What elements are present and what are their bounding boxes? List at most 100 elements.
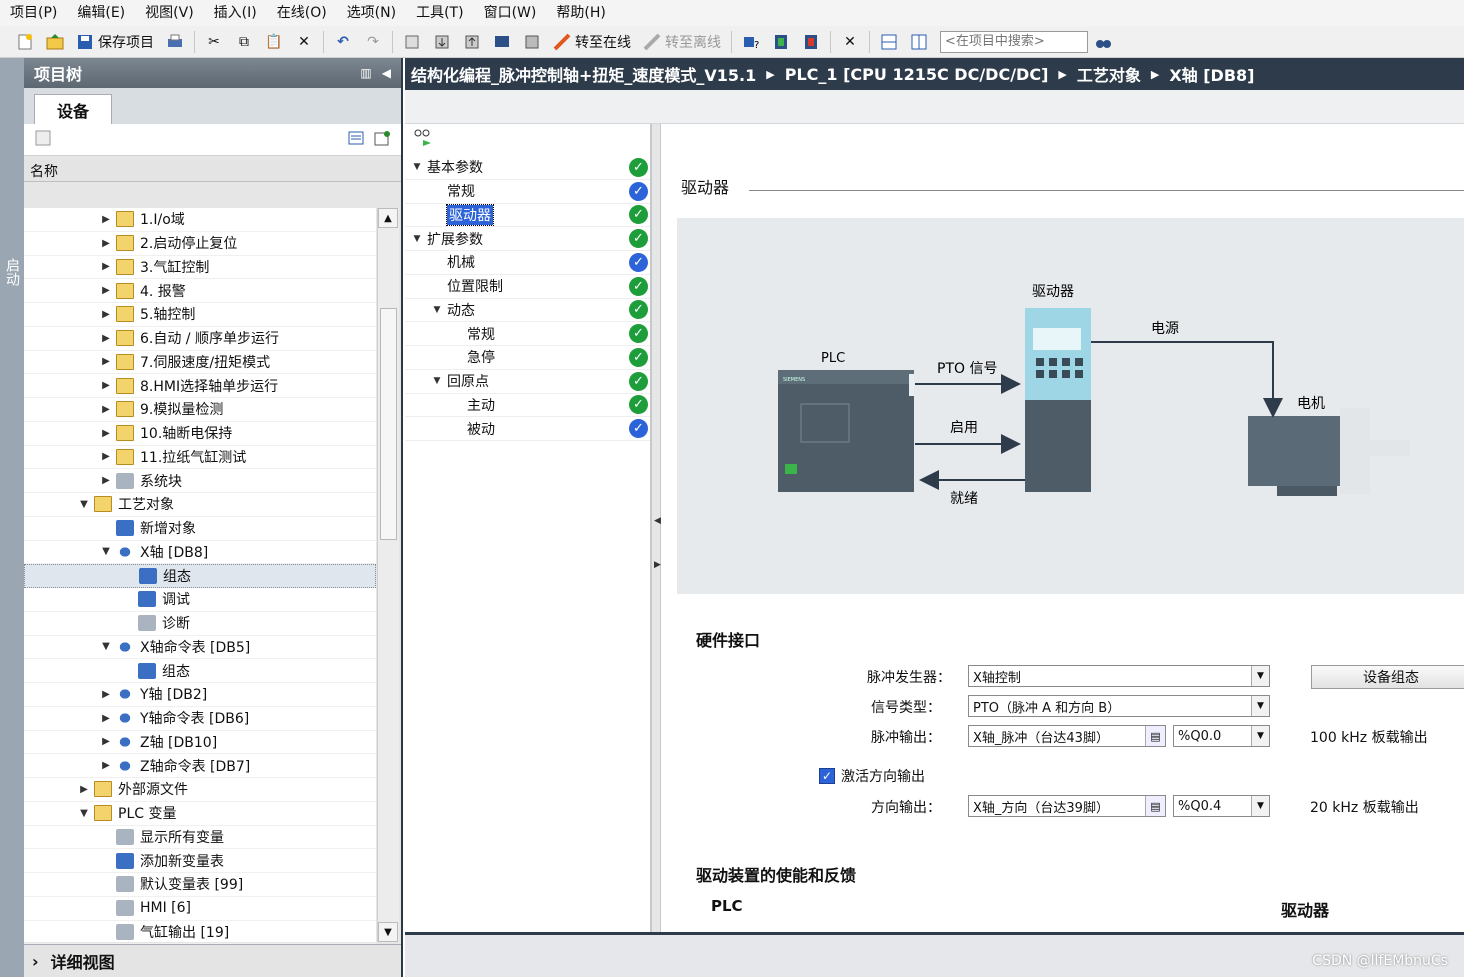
save-project-button[interactable]: 保存项目 xyxy=(76,32,154,52)
collapsed-arrow-icon[interactable]: ▶ xyxy=(100,760,112,771)
menu-online[interactable]: 在线(O) xyxy=(267,0,337,26)
scroll-down-icon[interactable]: ▼ xyxy=(378,922,398,942)
expanded-arrow-icon[interactable]: ▼ xyxy=(431,376,443,386)
scroll-up-icon[interactable]: ▲ xyxy=(378,208,398,228)
menu-help[interactable]: 帮助(H) xyxy=(546,0,615,26)
search-binoculars-icon[interactable] xyxy=(1092,31,1114,53)
tree-item[interactable]: ▶ 10.轴断电保持 xyxy=(24,422,376,446)
collapse-panel-icon[interactable]: ◀ xyxy=(382,66,391,80)
config-nav-item[interactable]: ▼ 回原点 ✓ xyxy=(405,370,650,394)
collapsed-arrow-icon[interactable]: ▶ xyxy=(100,475,112,486)
function-view-icon[interactable] xyxy=(405,124,650,156)
breadcrumb-axis[interactable]: X轴 [DB8] xyxy=(1169,62,1254,86)
pin-icon[interactable]: ▥ xyxy=(360,66,371,80)
go-online-button[interactable]: 转至在线 xyxy=(553,32,631,52)
chevron-down-icon[interactable]: ▼ xyxy=(1251,696,1269,716)
tree-config-icon[interactable] xyxy=(34,129,52,151)
menu-window[interactable]: 窗口(W) xyxy=(474,0,547,26)
chevron-down-icon[interactable]: ▼ xyxy=(1251,726,1269,746)
tree-item[interactable]: 组态 xyxy=(24,659,376,683)
tree-item[interactable]: ▶ 11.拉纸气缸测试 xyxy=(24,446,376,470)
collapsed-arrow-icon[interactable]: ▶ xyxy=(100,356,112,367)
menu-options[interactable]: 选项(N) xyxy=(337,0,406,26)
tree-item[interactable]: ▼ X轴命令表 [DB5] xyxy=(24,636,376,660)
expand-chevron-icon[interactable]: › xyxy=(32,952,39,971)
config-nav-item[interactable]: 常规 ✓ xyxy=(405,322,650,346)
tree-item[interactable]: 调试 xyxy=(24,588,376,612)
direction-output-checkbox[interactable]: ✓ xyxy=(819,768,835,784)
pane-splitter[interactable]: ◀ ▶ xyxy=(651,124,661,932)
menu-insert[interactable]: 插入(I) xyxy=(204,0,267,26)
paste-icon[interactable]: 📋 xyxy=(263,31,285,53)
breadcrumb-project[interactable]: 结构化编程_脉冲控制轴+扭矩_速度模式_V15.1 xyxy=(411,62,756,86)
pulse-output-address-select[interactable]: %Q0.0 ▼ xyxy=(1173,725,1270,747)
collapsed-arrow-icon[interactable]: ▶ xyxy=(100,238,112,249)
collapsed-arrow-icon[interactable]: ▶ xyxy=(100,380,112,391)
collapsed-arrow-icon[interactable]: ▶ xyxy=(100,333,112,344)
tree-item[interactable]: 诊断 xyxy=(24,612,376,636)
collapsed-arrow-icon[interactable]: ▶ xyxy=(100,689,112,700)
project-tree-scrollbar[interactable]: ▲ ▼ xyxy=(377,208,399,942)
device-config-button[interactable]: 设备组态 xyxy=(1311,665,1464,689)
tree-item[interactable]: ▶ 2.启动停止复位 xyxy=(24,232,376,256)
expanded-arrow-icon[interactable]: ▼ xyxy=(411,162,423,172)
expanded-arrow-icon[interactable]: ▼ xyxy=(100,641,112,652)
expanded-arrow-icon[interactable]: ▼ xyxy=(431,305,443,315)
menu-project[interactable]: 项目(P) xyxy=(0,0,67,26)
tree-item[interactable]: ▶ 1.I/o域 xyxy=(24,208,376,232)
tree-item[interactable]: ▶ Y轴 [DB2] xyxy=(24,683,376,707)
menu-edit[interactable]: 编辑(E) xyxy=(67,0,135,26)
collapsed-arrow-icon[interactable]: ▶ xyxy=(100,713,112,724)
config-nav-item[interactable]: 驱动器 ✓ xyxy=(405,203,650,228)
collapsed-arrow-icon[interactable]: ▶ xyxy=(100,214,112,225)
chevron-down-icon[interactable]: ▼ xyxy=(1251,796,1269,816)
tree-item[interactable]: 新增对象 xyxy=(24,517,376,541)
pulse-generator-select[interactable]: X轴控制 ▼ xyxy=(968,665,1270,687)
tree-item[interactable]: 添加新变量表 xyxy=(24,849,376,873)
config-nav-item[interactable]: ▼ 基本参数 ✓ xyxy=(405,156,650,180)
start-side-tab[interactable]: 启动 xyxy=(0,58,24,977)
config-nav-item[interactable]: 被动 ✓ xyxy=(405,417,650,441)
collapsed-arrow-icon[interactable]: ▶ xyxy=(100,285,112,296)
tree-item[interactable]: ▼ PLC 变量 xyxy=(24,802,376,826)
config-nav-item[interactable]: 机械 ✓ xyxy=(405,251,650,275)
tree-item[interactable]: ▶ 6.自动 / 顺序单步运行 xyxy=(24,327,376,351)
config-nav-item[interactable]: 位置限制 ✓ xyxy=(405,275,650,299)
expanded-arrow-icon[interactable]: ▼ xyxy=(78,808,90,819)
config-nav-item[interactable]: ▼ 动态 ✓ xyxy=(405,299,650,323)
tree-item[interactable]: ▶ Y轴命令表 [DB6] xyxy=(24,707,376,731)
tree-item[interactable]: 默认变量表 [99] xyxy=(24,873,376,897)
undo-icon[interactable]: ↶ xyxy=(332,31,354,53)
expand-right-icon[interactable]: ▶ xyxy=(654,560,661,570)
expanded-arrow-icon[interactable]: ▼ xyxy=(100,546,112,557)
new-project-icon[interactable] xyxy=(14,31,36,53)
tag-picker-icon[interactable]: ▤ xyxy=(1145,796,1165,816)
config-nav-item[interactable]: ▼ 扩展参数 ✓ xyxy=(405,227,650,251)
download-icon[interactable] xyxy=(431,31,453,53)
tree-item[interactable]: ▶ 7.伺服速度/扭矩模式 xyxy=(24,351,376,375)
collapsed-arrow-icon[interactable]: ▶ xyxy=(100,309,112,320)
copy-icon[interactable]: ⧉ xyxy=(233,31,255,53)
accessible-devices-icon[interactable]: ? xyxy=(740,31,762,53)
tree-item[interactable]: ▶ 8.HMI选择轴单步运行 xyxy=(24,374,376,398)
compile-icon[interactable] xyxy=(401,31,423,53)
split-horizontal-icon[interactable] xyxy=(878,31,900,53)
tree-item[interactable]: ▼ 工艺对象 xyxy=(24,493,376,517)
detail-view-bar[interactable]: › 详细视图 xyxy=(24,944,401,977)
direction-output-field[interactable]: X轴_方向（台达39脚） ▤ xyxy=(968,795,1166,817)
collapsed-arrow-icon[interactable]: ▶ xyxy=(100,736,112,747)
collapsed-arrow-icon[interactable]: ▶ xyxy=(78,784,90,795)
tree-item[interactable]: ▼ X轴 [DB8] xyxy=(24,541,376,565)
tree-item[interactable]: ▶ Z轴命令表 [DB7] xyxy=(24,754,376,778)
tree-item[interactable]: 气缸输出 [19] xyxy=(24,921,376,945)
menu-view[interactable]: 视图(V) xyxy=(135,0,204,26)
project-search-input[interactable] xyxy=(940,30,1088,53)
tab-devices[interactable]: 设备 xyxy=(34,94,112,124)
start-cpu-icon[interactable] xyxy=(770,31,792,53)
tree-item[interactable]: 组态 xyxy=(24,564,376,588)
tree-item[interactable]: ▶ 3.气缸控制 xyxy=(24,256,376,280)
tree-item[interactable]: ▶ 9.模拟量检测 xyxy=(24,398,376,422)
redo-icon[interactable]: ↷ xyxy=(362,31,384,53)
expanded-arrow-icon[interactable]: ▼ xyxy=(78,499,90,510)
monitor-icon[interactable] xyxy=(521,31,543,53)
